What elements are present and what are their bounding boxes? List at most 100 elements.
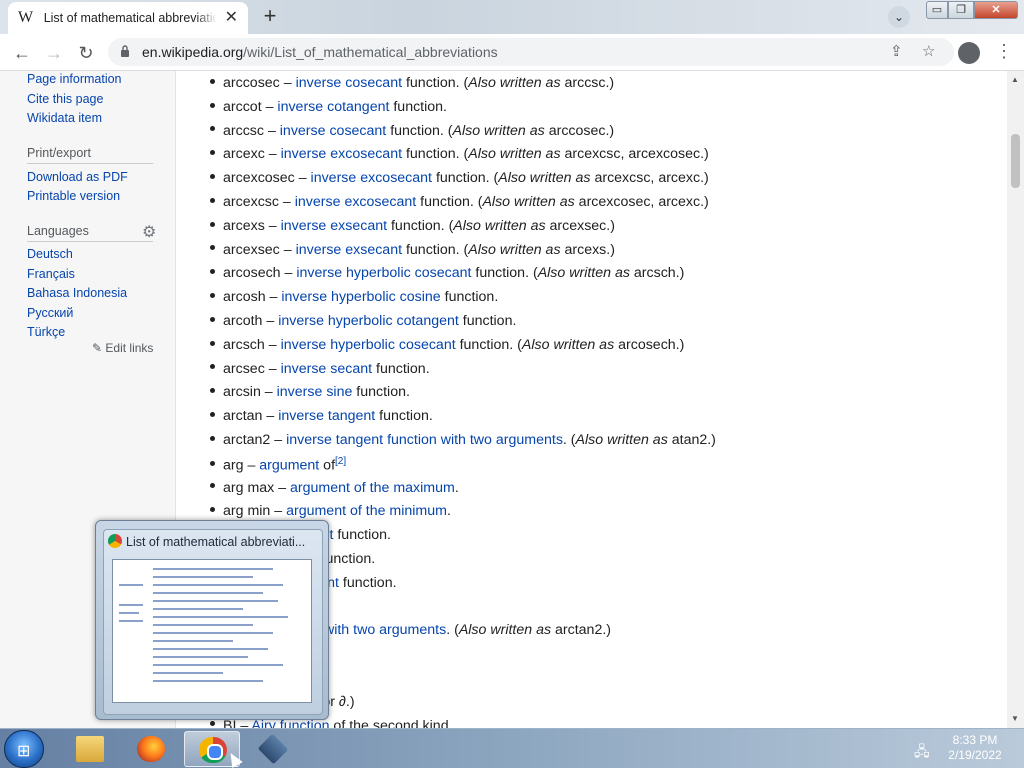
- sidebar-link-cite[interactable]: Cite this page: [27, 92, 103, 106]
- article-link[interactable]: argument of the minimum: [286, 503, 447, 519]
- sidebar-link-page-information[interactable]: Page information: [27, 72, 122, 86]
- start-button[interactable]: ⊞: [4, 730, 44, 768]
- also-written-as: Also written as: [468, 146, 561, 163]
- bullet: [210, 340, 215, 346]
- taskbar-window-preview[interactable]: List of mathematical abbreviati...: [95, 520, 329, 720]
- window-close-button[interactable]: ✕: [974, 1, 1018, 19]
- item-text: function.: [333, 527, 391, 544]
- browser-toolbar: ← → ↻ en.wikipedia.org/wiki/List_of_math…: [0, 34, 1024, 71]
- article-link[interactable]: inverse exsecant: [296, 242, 402, 258]
- citation-link[interactable]: [2]: [335, 456, 346, 467]
- network-icon[interactable]: 🖧: [914, 741, 930, 765]
- scroll-down-icon[interactable]: ▼: [1011, 714, 1019, 723]
- back-arrow-icon[interactable]: ←: [10, 41, 34, 65]
- sidebar-lang-ru[interactable]: Русский: [27, 306, 73, 320]
- preview-thumbnail: [112, 559, 312, 703]
- article-link[interactable]: inverse cosecant: [280, 123, 386, 139]
- abbreviation-term: arcoth: [223, 313, 263, 329]
- sidebar-lang-fr[interactable]: Français: [27, 267, 75, 281]
- abbreviation-term: arctan: [223, 408, 263, 425]
- abbreviation-term: arg max: [223, 479, 275, 496]
- taskbar-firefox[interactable]: [123, 731, 179, 767]
- abbreviation-term: arccsc: [223, 122, 264, 139]
- item-text: function.: [389, 98, 447, 115]
- tab-active[interactable]: W List of mathematical abbreviations ✕: [8, 2, 248, 34]
- taskbar-explorer[interactable]: [62, 731, 118, 767]
- reload-icon[interactable]: ↻: [74, 41, 98, 65]
- preview-line: [153, 616, 288, 618]
- system-clock[interactable]: 8:33 PM 2/19/2022: [946, 733, 1004, 763]
- alternate-notation: arcsch.): [629, 265, 685, 282]
- pencil-icon: ✎: [92, 341, 103, 355]
- sidebar-link-printable[interactable]: Printable version: [27, 189, 120, 203]
- tab-close-icon[interactable]: ✕: [225, 10, 238, 26]
- item-text: function.: [458, 313, 517, 329]
- edit-links[interactable]: ✎ Edit links: [92, 341, 153, 355]
- sidebar-heading-print: Print/export: [27, 146, 91, 160]
- taskbar-virtualbox[interactable]: [245, 731, 301, 767]
- sidebar-link-wikidata[interactable]: Wikidata item: [27, 111, 102, 125]
- abbreviation-term: arcsch: [223, 336, 265, 353]
- article-link[interactable]: inverse secant: [281, 361, 372, 377]
- article-link[interactable]: inverse exsecant: [281, 218, 387, 234]
- address-bar[interactable]: en.wikipedia.org/wiki/List_of_mathematic…: [108, 38, 954, 66]
- article-link[interactable]: inverse tangent function with two argume…: [286, 432, 563, 448]
- article-link[interactable]: inverse hyperbolic cosecant: [296, 265, 471, 281]
- bullet: [210, 364, 215, 370]
- list-item: arcsec – inverse secant function.: [210, 361, 430, 383]
- list-item: arcexc – inverse excosecant function. (A…: [210, 146, 709, 168]
- sidebar-link-download-pdf[interactable]: Download as PDF: [27, 170, 128, 184]
- list-item: arg max – argument of the maximum.: [210, 480, 459, 502]
- bullet: [210, 483, 215, 489]
- sidebar-lang-tr[interactable]: Türkçe: [27, 325, 65, 339]
- article-link[interactable]: inverse hyperbolic cotangent: [278, 313, 459, 329]
- window-minimize-button[interactable]: ▭: [926, 1, 948, 19]
- list-item: arcexcsc – inverse excosecant function. …: [210, 194, 709, 216]
- bullet: [210, 411, 215, 417]
- article-link[interactable]: inverse tangent: [278, 408, 375, 424]
- sidebar-lang-id[interactable]: Bahasa Indonesia: [27, 286, 127, 300]
- divider: [27, 241, 153, 242]
- preview-line: [119, 620, 143, 622]
- divider: [27, 163, 153, 164]
- bullet: [210, 78, 215, 84]
- item-text: function. (: [455, 336, 522, 353]
- window-maximize-button[interactable]: ❐: [948, 1, 974, 19]
- article-link[interactable]: inverse excosecant: [295, 194, 416, 210]
- page-scrollbar[interactable]: ▲ ▼: [1007, 71, 1024, 728]
- article-link[interactable]: inverse cosecant: [296, 75, 402, 91]
- list-item: arctan2 – inverse tangent function with …: [210, 432, 716, 454]
- firefox-icon: [137, 736, 165, 762]
- sidebar-lang-de[interactable]: Deutsch: [27, 247, 73, 261]
- bullet: [210, 173, 215, 179]
- list-item: arcexsec – inverse exsecant function. (A…: [210, 242, 615, 264]
- list-item: arcoth – inverse hyperbolic cotangent fu…: [210, 313, 516, 335]
- tab-title: List of mathematical abbreviations: [43, 11, 217, 25]
- article-link[interactable]: inverse sine: [277, 384, 353, 400]
- article-link[interactable]: inverse excosecant: [281, 146, 402, 162]
- abbreviation-term: arcosech: [223, 265, 281, 282]
- scroll-up-icon[interactable]: ▲: [1011, 75, 1019, 84]
- article-link[interactable]: inverse hyperbolic cosine: [281, 289, 440, 305]
- lock-icon: [121, 45, 129, 57]
- profile-avatar-icon[interactable]: [958, 42, 980, 64]
- bullet: [210, 102, 215, 108]
- article-link[interactable]: inverse excosecant: [311, 170, 432, 186]
- new-tab-button[interactable]: +: [258, 5, 282, 28]
- tab-search-chevron-icon[interactable]: ⌄: [888, 6, 910, 28]
- gear-icon[interactable]: ⚙: [142, 222, 156, 242]
- preview-line: [153, 648, 268, 650]
- article-link[interactable]: inverse hyperbolic cosecant: [281, 337, 456, 353]
- article-link[interactable]: inverse cotangent: [277, 99, 389, 115]
- forward-arrow-icon[interactable]: →: [42, 41, 66, 65]
- list-item: arg – argument of[2]: [210, 456, 346, 478]
- scrollbar-thumb[interactable]: [1011, 134, 1020, 188]
- list-item: arcosech – inverse hyperbolic cosecant f…: [210, 265, 684, 287]
- browser-menu-icon[interactable]: ⋮: [995, 41, 1013, 62]
- item-text: function. (: [386, 122, 453, 139]
- article-link[interactable]: argument of the maximum: [290, 480, 455, 496]
- bullet: [210, 461, 215, 467]
- bookmark-star-icon[interactable]: ☆: [922, 42, 935, 60]
- article-link[interactable]: argument: [259, 458, 319, 474]
- share-icon[interactable]: ⇪: [890, 42, 903, 60]
